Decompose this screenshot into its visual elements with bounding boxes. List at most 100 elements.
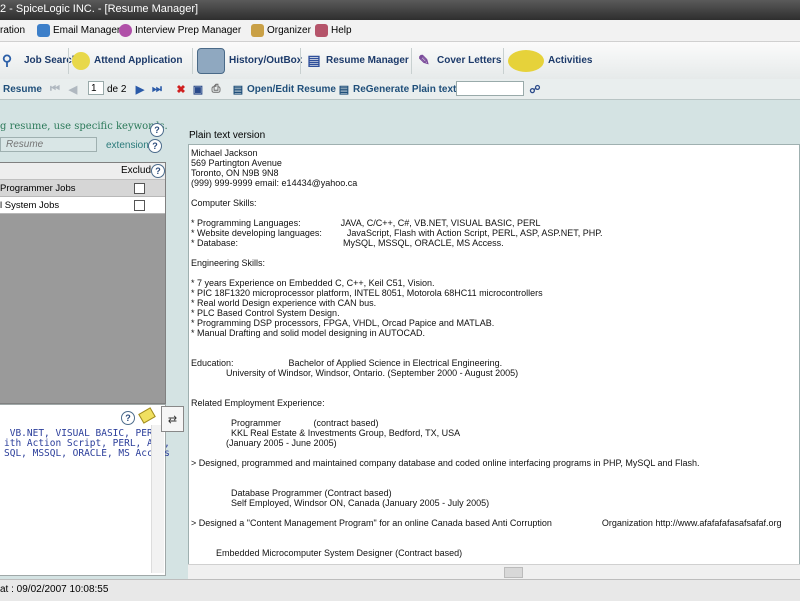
magnifier-icon: ⚲ <box>1 52 13 68</box>
button-label: History/OutBox <box>229 55 303 66</box>
plain-text-area[interactable]: Michael Jackson 569 Partington Avenue To… <box>188 144 800 578</box>
email-icon <box>37 24 50 37</box>
organizer-icon <box>251 24 264 37</box>
attend-application-button[interactable]: Attend Application <box>72 45 183 76</box>
resume-manager-button[interactable]: ▤ Resume Manager <box>306 45 409 76</box>
separator <box>503 48 504 74</box>
resume-label-text: Resume <box>3 83 42 95</box>
history-outbox-button[interactable]: History/OutBox <box>197 45 302 76</box>
page-number-input[interactable] <box>88 81 104 95</box>
button-label: Resume Manager <box>326 55 409 66</box>
last-page-icon: ⏭ <box>152 82 162 95</box>
button-label: Cover Letters <box>437 55 502 66</box>
first-page-icon: ⏮ <box>50 82 60 95</box>
find-button[interactable]: ☍ <box>528 81 542 97</box>
skills-help-icon[interactable]: ? <box>121 411 135 425</box>
open-edit-label: Open/Edit Resume <box>247 83 336 95</box>
help-icon <box>315 24 328 37</box>
previous-icon: ◀ <box>68 83 78 96</box>
open-resume-icon: ▤ <box>232 83 244 96</box>
people-icon <box>72 51 90 70</box>
insert-icon: ⇄ <box>167 413 178 426</box>
separator <box>192 48 193 74</box>
menu-item-label: ration <box>0 25 26 36</box>
search-input[interactable] <box>456 81 524 96</box>
keyword-help-icon[interactable]: ? <box>150 123 164 137</box>
menu-item-interview-prep[interactable]: Interview Prep Manager <box>119 23 241 38</box>
separator <box>300 48 301 74</box>
hint-text: g resume, use specific keywords. <box>0 121 168 132</box>
button-label: Job Search <box>24 55 78 66</box>
menu-item-label: Email Manager <box>53 25 121 36</box>
cover-letters-button[interactable]: ✎ Cover Letters <box>415 45 501 76</box>
page-total-text: de 2 <box>107 83 127 95</box>
delete-icon: ✖ <box>176 83 186 96</box>
page-total: de 2 <box>107 81 126 97</box>
print-button[interactable]: ⎙ <box>209 81 223 97</box>
button-label: Activities <box>548 55 593 66</box>
open-edit-resume-button[interactable]: ▤ Open/Edit Resume <box>231 81 336 97</box>
job-category-grid: Exclude ? Programmer Jobs l System Jobs <box>0 162 166 404</box>
print-icon: ⎙ <box>211 82 221 95</box>
horizontal-scrollbar[interactable] <box>188 564 800 579</box>
first-page-button[interactable]: ⏮ <box>48 81 62 97</box>
plain-text-label: Plain text version <box>189 130 265 141</box>
regenerate-icon: ▤ <box>338 83 350 96</box>
insert-skills-button[interactable]: ⇄ <box>161 406 184 432</box>
menu-item-label: Interview Prep Manager <box>135 25 242 36</box>
grid-header: Exclude ? <box>0 163 165 180</box>
skills-text[interactable]: VB.NET, VISUAL BASIC, PERL, ith Action S… <box>4 429 170 459</box>
status-text: at : 09/02/2007 10:08:55 <box>0 584 109 595</box>
menu-bar: ration Email Manager Interview Prep Mana… <box>0 20 800 42</box>
extension-help-icon[interactable]: ? <box>148 139 162 153</box>
exclude-help-icon[interactable]: ? <box>151 164 165 178</box>
keyword-hint: g resume, use specific keywords. <box>0 121 168 132</box>
plain-text-label-text: Plain text version <box>189 130 266 141</box>
next-icon: ▶ <box>135 83 145 96</box>
plain-text-content: Michael Jackson 569 Partington Avenue To… <box>191 148 782 558</box>
grid-row-label: l System Jobs <box>0 200 60 211</box>
regenerate-label: ReGenerate Plain text <box>353 83 457 95</box>
last-page-button[interactable]: ⏭ <box>150 81 164 97</box>
grid-row[interactable]: l System Jobs <box>0 197 165 214</box>
resume-label: Resume <box>3 81 42 97</box>
activities-button[interactable]: Activities <box>508 45 592 76</box>
activities-icon <box>508 49 544 72</box>
grid-row-label: Programmer Jobs <box>0 183 76 194</box>
menu-item-registration[interactable]: ration <box>0 23 25 38</box>
delete-button[interactable]: ✖ <box>174 81 188 97</box>
menu-item-email-manager[interactable]: Email Manager <box>37 23 120 38</box>
regenerate-plain-text-button[interactable]: ▤ ReGenerate Plain text <box>337 81 457 97</box>
exclude-checkbox[interactable] <box>134 183 145 194</box>
binoculars-icon: ☍ <box>529 83 541 96</box>
status-bar: at : 09/02/2007 10:08:55 <box>0 579 800 601</box>
save-button[interactable]: ▣ <box>191 81 205 97</box>
eraser-icon[interactable] <box>138 407 156 424</box>
skills-panel: ? VB.NET, VISUAL BASIC, PERL, ith Action… <box>0 404 170 576</box>
menu-item-label: Organizer <box>267 25 311 36</box>
navigation-toolbar: Resume ⏮ ◀ de 2 ▶ ⏭ ✖ ▣ ⎙ ▤ Open/Edit Re… <box>0 79 800 100</box>
exclude-checkbox[interactable] <box>134 200 145 211</box>
resume-icon: ▤ <box>307 52 321 68</box>
extension-text: extension <box>106 140 149 151</box>
menu-item-organizer[interactable]: Organizer <box>251 23 311 38</box>
next-page-button[interactable]: ▶ <box>133 81 147 97</box>
main-toolbar: ⚲ Job Search Attend Application History/… <box>0 42 800 80</box>
title-bar: 2 - SpiceLogic INC. - [Resume Manager] <box>0 0 800 20</box>
interview-icon <box>119 24 132 37</box>
cover-letter-icon: ✎ <box>418 52 430 68</box>
separator <box>68 48 69 74</box>
button-label: Attend Application <box>94 55 183 66</box>
job-search-button[interactable]: ⚲ Job Search <box>0 45 78 76</box>
outbox-icon <box>197 47 225 74</box>
previous-page-button[interactable]: ◀ <box>66 81 80 97</box>
menu-item-label: Help <box>331 25 352 36</box>
extension-label: extension <box>106 140 149 151</box>
keyword-input[interactable] <box>0 137 97 152</box>
separator <box>411 48 412 74</box>
menu-item-help[interactable]: Help <box>315 23 352 38</box>
scroll-thumb[interactable] <box>504 567 523 578</box>
grid-row[interactable]: Programmer Jobs <box>0 180 165 197</box>
skills-scrollbar[interactable] <box>151 425 164 573</box>
window-title: 2 - SpiceLogic INC. - [Resume Manager] <box>0 3 199 15</box>
